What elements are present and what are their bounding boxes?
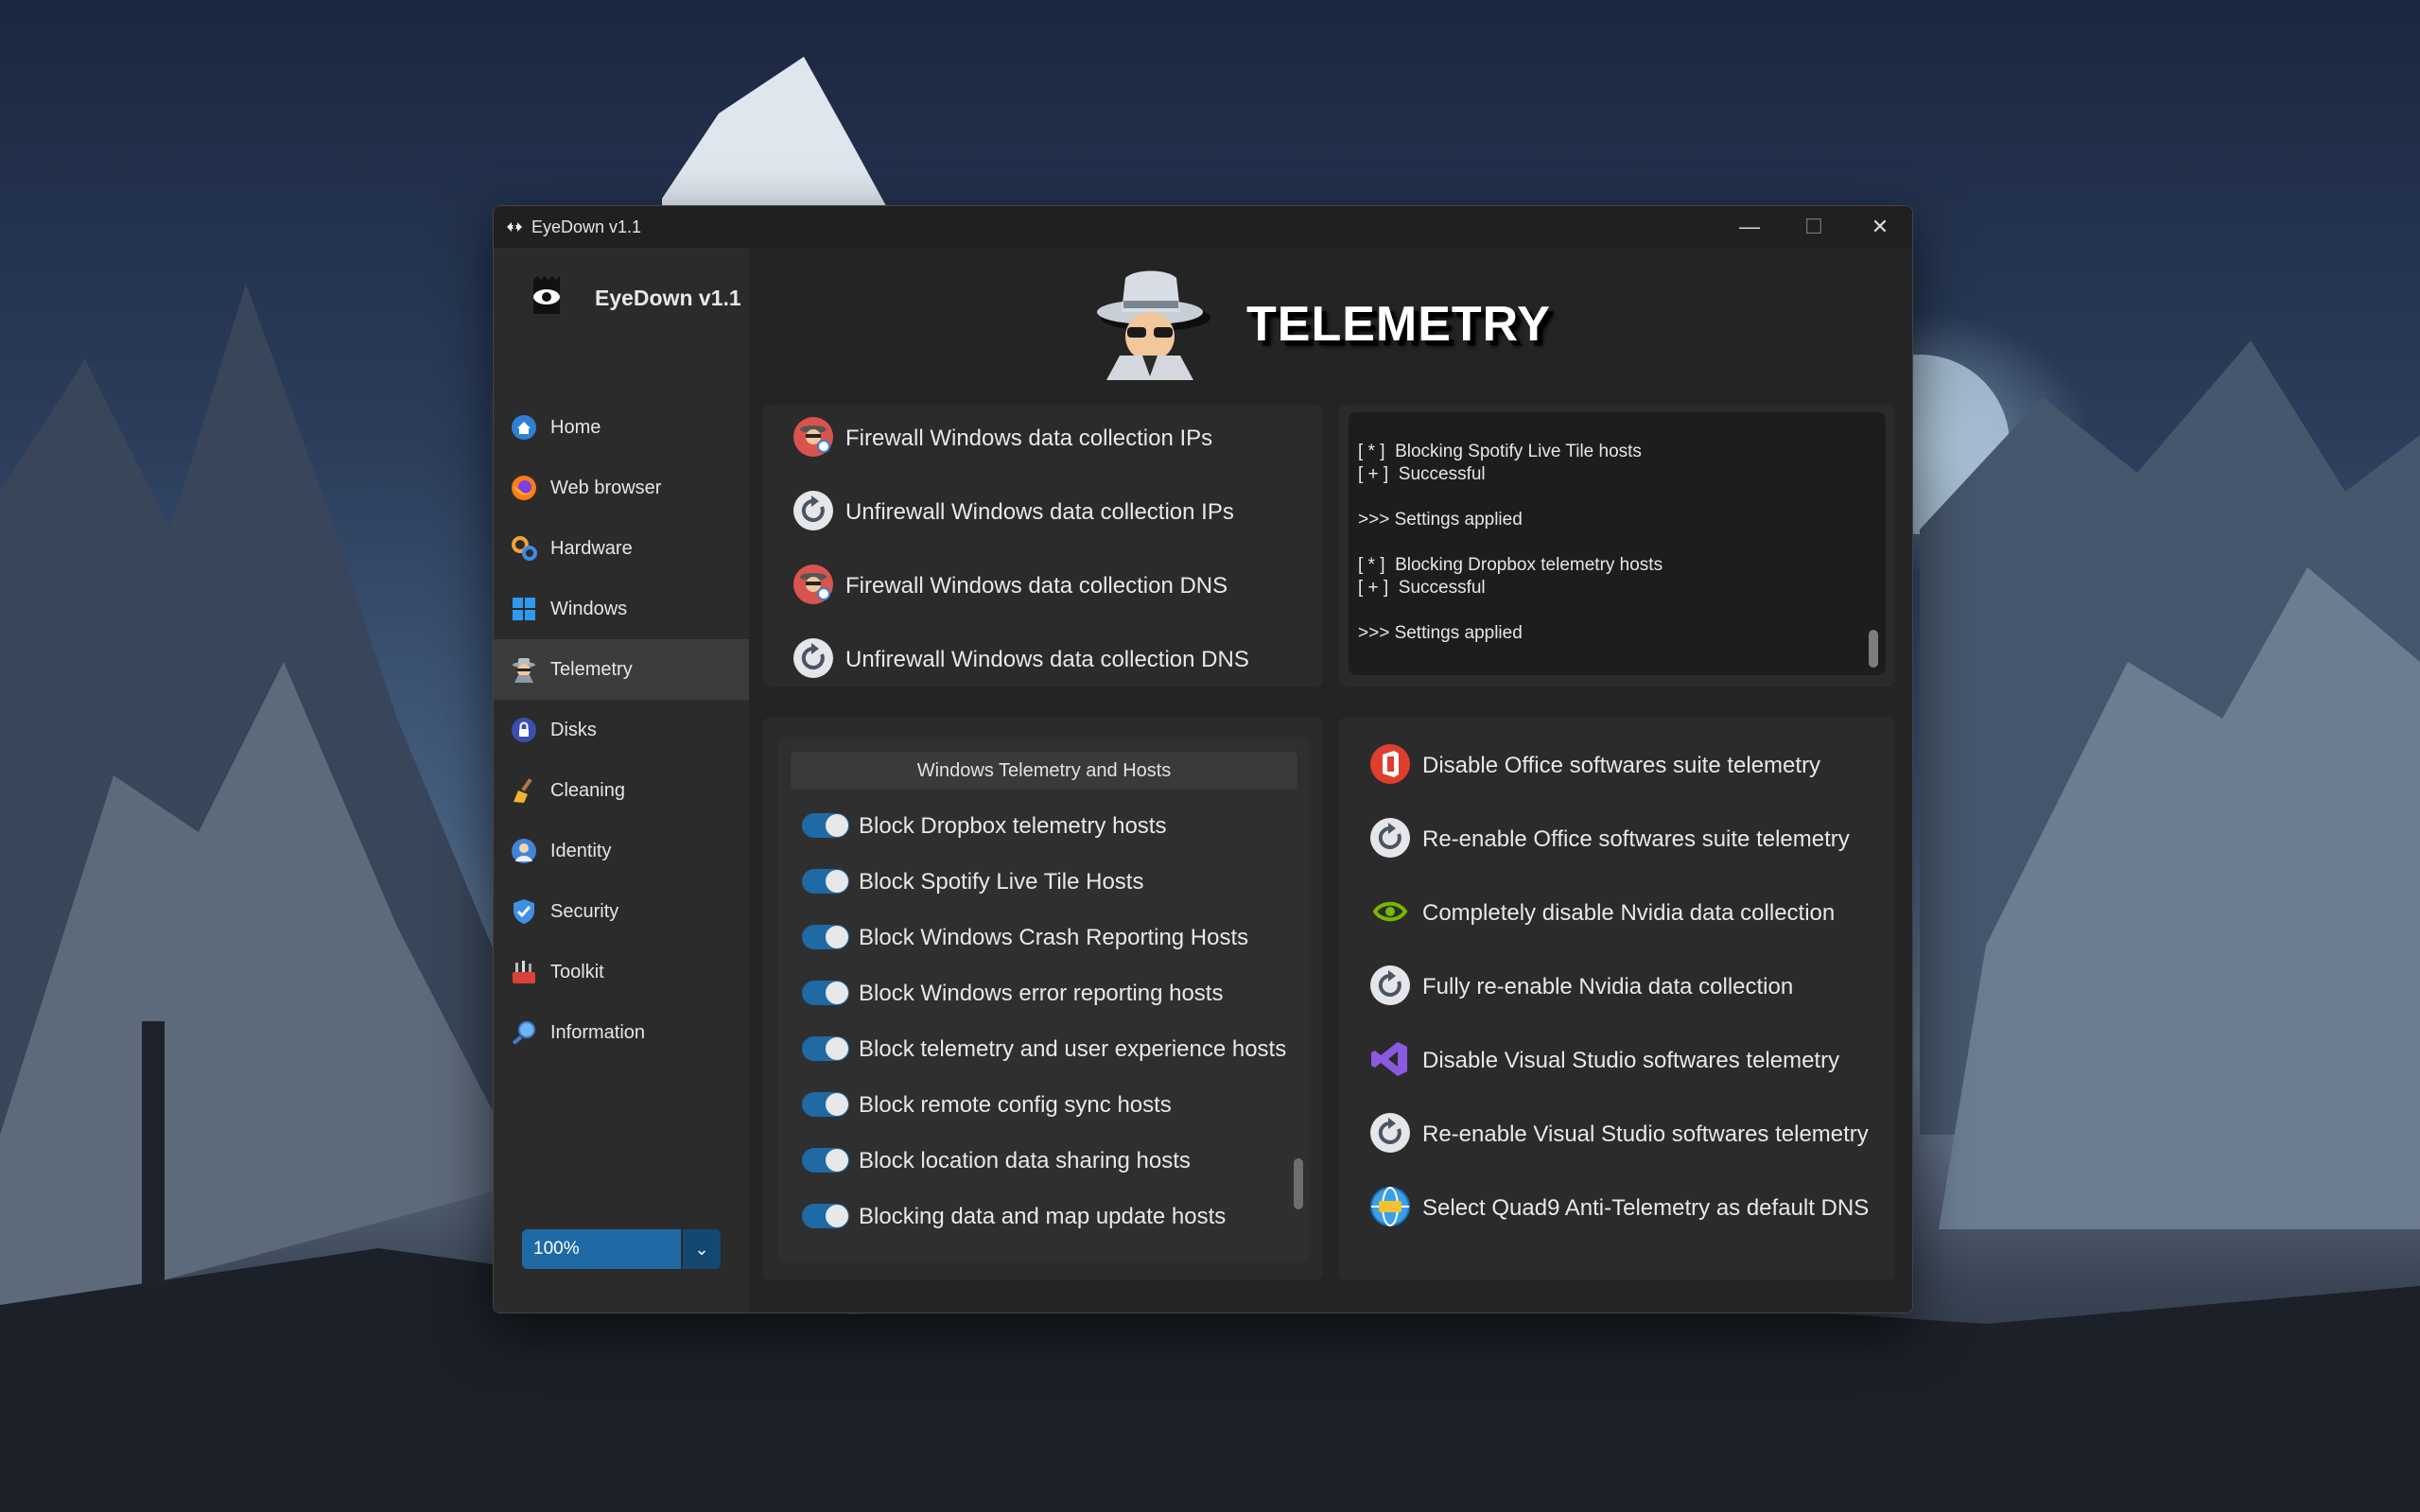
sidebar: EyeDown v1.1 Home Web browser Hardware W… xyxy=(494,248,749,1312)
home-icon xyxy=(512,415,536,440)
toggle-label: Block Windows error reporting hosts xyxy=(859,981,1224,1006)
sidebar-item-label: Web browser xyxy=(550,478,662,498)
maximize-button[interactable]: ☐ xyxy=(1782,206,1846,248)
toggle-switch[interactable] xyxy=(802,925,849,949)
row-label: Unfirewall Windows data collection DNS xyxy=(845,647,1249,672)
close-button[interactable]: ✕ xyxy=(1848,206,1912,248)
firewall-agent-icon xyxy=(793,417,833,457)
broom-icon xyxy=(514,778,532,803)
firefox-icon xyxy=(512,476,536,500)
row-label: Re-enable Visual Studio softwares teleme… xyxy=(1422,1121,1869,1147)
sidebar-item-security[interactable]: Security xyxy=(494,881,749,942)
spy-agent-icon xyxy=(1097,270,1210,380)
office-icon xyxy=(1370,744,1410,784)
sidebar-item-label: Security xyxy=(550,901,619,922)
row-label: Firewall Windows data collection DNS xyxy=(845,573,1228,599)
row-label: Completely disable Nvidia data collectio… xyxy=(1422,900,1836,926)
refresh-icon xyxy=(1370,1113,1410,1153)
windows-logo-icon xyxy=(513,598,535,620)
page-title: TELEMETRY xyxy=(1246,297,1551,352)
sidebar-item-hardware[interactable]: Hardware xyxy=(494,518,749,579)
brand-name: EyeDown v1.1 xyxy=(595,286,741,310)
sidebar-item-label: Telemetry xyxy=(550,659,633,680)
sidebar-item-label: Information xyxy=(550,1022,646,1043)
row-label: Firewall Windows data collection IPs xyxy=(845,426,1213,451)
row-label: Disable Office softwares suite telemetry xyxy=(1422,753,1821,778)
lock-disk-icon xyxy=(512,718,536,742)
chevron-down-icon[interactable]: ⌄ xyxy=(683,1229,721,1269)
sidebar-item-information[interactable]: Information xyxy=(494,1002,749,1063)
window-title: EyeDown v1.1 xyxy=(531,217,642,236)
sidebar-item-windows[interactable]: Windows xyxy=(494,579,749,639)
sidebar-item-telemetry[interactable]: Telemetry xyxy=(494,639,749,700)
sidebar-item-label: Cleaning xyxy=(550,780,625,801)
nvidia-icon xyxy=(1372,901,1408,922)
log-line: [ * ] Blocking Dropbox telemetry hosts xyxy=(1358,555,1663,575)
log-line: >>> Settings applied xyxy=(1358,510,1523,530)
shield-check-icon xyxy=(514,899,534,924)
hosts-section-header: Windows Telemetry and Hosts xyxy=(791,752,1297,790)
hardware-gears-icon xyxy=(512,536,537,561)
sidebar-item-identity[interactable]: Identity xyxy=(494,821,749,881)
sidebar-item-web-browser[interactable]: Web browser xyxy=(494,458,749,518)
toggle-label: Block telemetry and user experience host… xyxy=(859,1036,1287,1062)
toggle-label: Block Dropbox telemetry hosts xyxy=(859,813,1167,839)
visual-studio-icon xyxy=(1371,1042,1407,1076)
console-scrollbar[interactable] xyxy=(1869,630,1878,668)
toggle-label: Block remote config sync hosts xyxy=(859,1092,1172,1118)
sidebar-item-cleaning[interactable]: Cleaning xyxy=(494,760,749,821)
sidebar-item-label: Disks xyxy=(550,720,597,740)
sidebar-item-home[interactable]: Home xyxy=(494,397,749,458)
firewall-agent-icon xyxy=(793,565,833,604)
refresh-icon xyxy=(793,638,833,678)
minimize-button[interactable]: — xyxy=(1717,206,1782,248)
toggle-switch[interactable] xyxy=(802,1204,849,1228)
zoom-value[interactable]: 100% xyxy=(522,1229,681,1269)
row-label: Unfirewall Windows data collection IPs xyxy=(845,499,1234,525)
refresh-icon xyxy=(1370,818,1410,858)
refresh-icon xyxy=(1370,965,1410,1005)
sidebar-item-label: Hardware xyxy=(550,538,633,559)
row-label: Fully re-enable Nvidia data collection xyxy=(1422,974,1794,999)
row-label: Select Quad9 Anti-Telemetry as default D… xyxy=(1422,1195,1870,1221)
log-line: [ + ] Successful xyxy=(1358,578,1486,598)
sidebar-item-label: Windows xyxy=(550,599,628,619)
toggle-switch[interactable] xyxy=(802,1148,849,1173)
eye-app-icon xyxy=(507,222,522,232)
toggle-label: Blocking data and map update hosts xyxy=(859,1204,1227,1229)
toggle-label: Block Spotify Live Tile Hosts xyxy=(859,869,1144,895)
magnifier-icon xyxy=(512,1021,535,1045)
sidebar-item-label: Home xyxy=(550,417,601,438)
hosts-scrollbar[interactable] xyxy=(1294,1158,1303,1209)
toggle-switch[interactable] xyxy=(802,981,849,1005)
eye-logo-icon xyxy=(533,276,560,314)
toggle-switch[interactable] xyxy=(802,813,849,838)
sidebar-item-disks[interactable]: Disks xyxy=(494,700,749,760)
refresh-icon xyxy=(793,491,833,530)
identity-person-icon xyxy=(512,839,536,863)
log-line: >>> Settings applied xyxy=(1358,623,1523,643)
sidebar-item-label: Toolkit xyxy=(550,962,604,982)
toggle-label: Block Windows Crash Reporting Hosts xyxy=(859,925,1249,950)
dns-globe-icon xyxy=(1370,1187,1410,1226)
sidebar-item-toolkit[interactable]: Toolkit xyxy=(494,942,749,1002)
sidebar-item-label: Identity xyxy=(550,841,612,861)
row-label: Re-enable Office softwares suite telemet… xyxy=(1422,826,1850,852)
log-line: [ * ] Blocking Spotify Live Tile hosts xyxy=(1358,442,1642,461)
spy-agent-icon xyxy=(513,658,535,683)
toggle-switch[interactable] xyxy=(802,869,849,894)
zoom-select[interactable]: 100% ⌄ xyxy=(522,1229,721,1269)
row-label: Disable Visual Studio softwares telemetr… xyxy=(1422,1048,1840,1073)
toggle-label: Block location data sharing hosts xyxy=(859,1148,1191,1173)
toolkit-icon xyxy=(513,961,535,983)
title-bar: EyeDown v1.1 — ☐ ✕ xyxy=(494,206,1912,248)
toggle-switch[interactable] xyxy=(802,1092,849,1117)
console-log[interactable]: [ * ] Blocking Spotify Live Tile hosts [… xyxy=(1349,412,1886,675)
toggle-switch[interactable] xyxy=(802,1036,849,1061)
log-line: [ + ] Successful xyxy=(1358,464,1486,484)
